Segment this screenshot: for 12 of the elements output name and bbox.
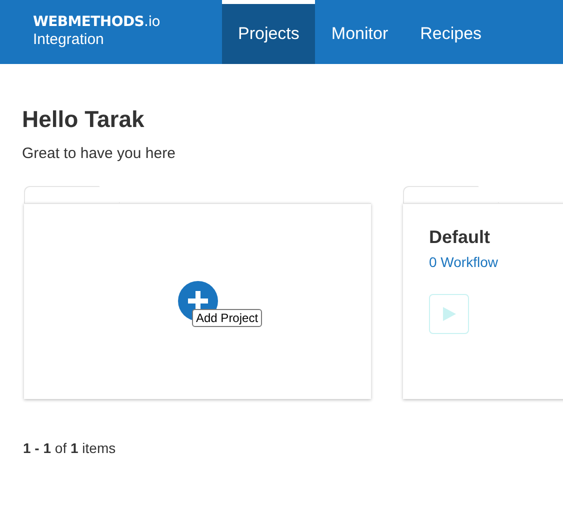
- brand-name: WEBMETHODS.io: [33, 14, 160, 30]
- nav-tab[interactable]: Projects: [222, 0, 316, 64]
- tooltip: Add Project: [192, 309, 262, 327]
- nav-tab[interactable]: Monitor: [315, 0, 404, 64]
- greeting-subtitle: Great to have you here: [22, 145, 176, 162]
- workflow-link[interactable]: 0 Workflow: [429, 254, 498, 270]
- nav-tab[interactable]: Recipes: [404, 0, 498, 64]
- pagination-summary: 1 - 1 of 1 items: [23, 440, 117, 456]
- project-name: Default: [429, 227, 490, 248]
- product-name: Integration: [33, 31, 104, 48]
- play-icon: [442, 307, 456, 321]
- greeting-title: Hello Tarak: [22, 106, 146, 133]
